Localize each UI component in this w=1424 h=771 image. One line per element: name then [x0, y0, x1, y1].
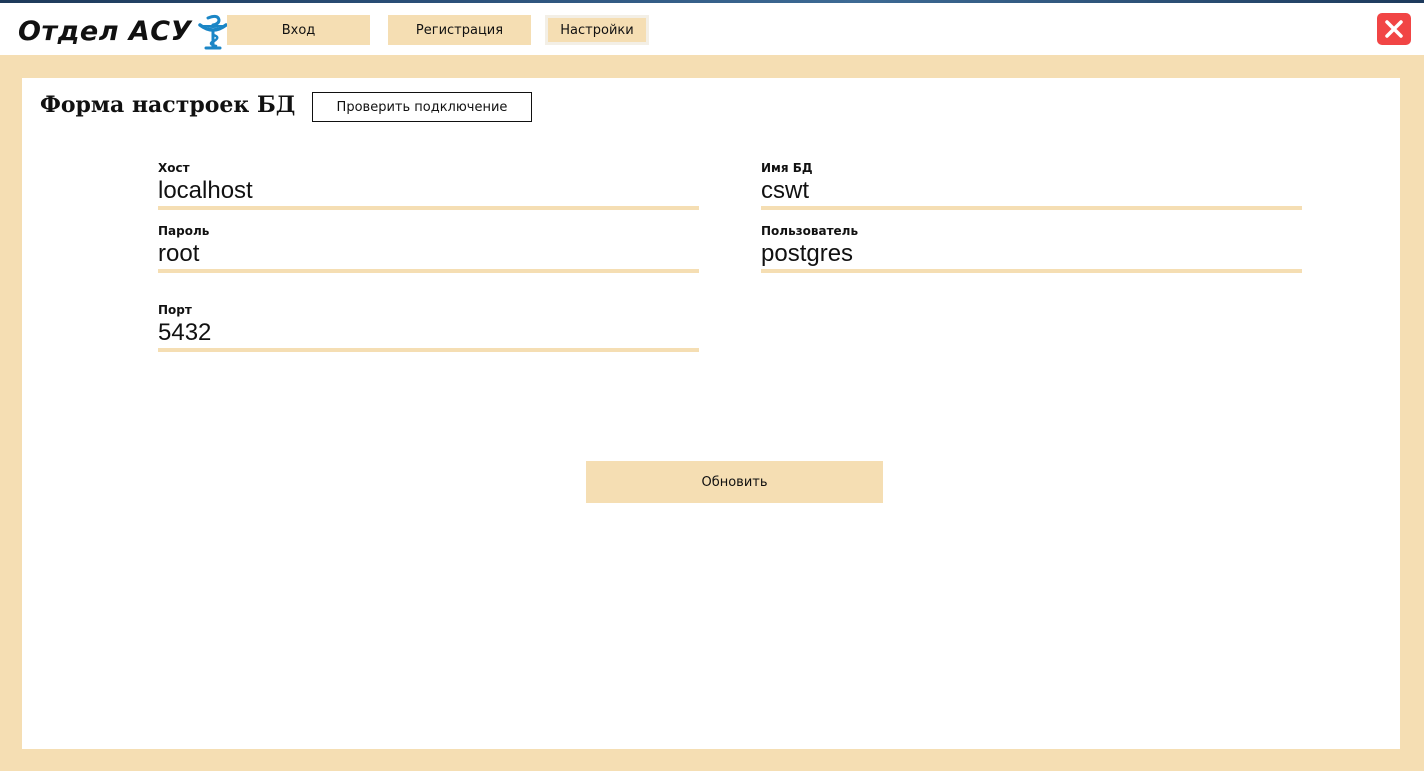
nav-login-button[interactable]: Вход [227, 15, 370, 45]
port-field: Порт [158, 302, 699, 352]
host-field: Хост [158, 160, 699, 210]
close-icon [1385, 20, 1403, 38]
port-label: Порт [158, 303, 192, 317]
user-field: Пользователь [761, 223, 1302, 273]
db-name-field: Имя БД [761, 160, 1302, 210]
nav-register-button[interactable]: Регистрация [388, 15, 531, 45]
db-settings-panel: Форма настроек БД Проверить подключение … [22, 78, 1400, 749]
app-window: Отдел АСУ Вход Регистрация Настройки Фор… [0, 0, 1424, 771]
db-name-label: Имя БД [761, 161, 813, 175]
top-navigation-bar: Отдел АСУ Вход Регистрация Настройки [0, 3, 1424, 55]
close-button[interactable] [1377, 13, 1411, 45]
user-input[interactable] [761, 239, 1302, 273]
logo-text: Отдел АСУ [18, 15, 192, 47]
host-label: Хост [158, 161, 190, 175]
app-logo: Отдел АСУ [18, 13, 230, 50]
user-label: Пользователь [761, 224, 859, 238]
password-field: Пароль [158, 223, 699, 273]
update-button[interactable]: Обновить [586, 461, 883, 503]
nav-settings-button[interactable]: Настройки [545, 15, 649, 45]
port-input[interactable] [158, 318, 699, 352]
page-title: Форма настроек БД [40, 92, 296, 118]
password-input[interactable] [158, 239, 699, 273]
host-input[interactable] [158, 176, 699, 210]
db-name-input[interactable] [761, 176, 1302, 210]
check-connection-button[interactable]: Проверить подключение [312, 92, 532, 122]
pharmacy-bowl-snake-icon [198, 14, 228, 50]
password-label: Пароль [158, 224, 210, 238]
